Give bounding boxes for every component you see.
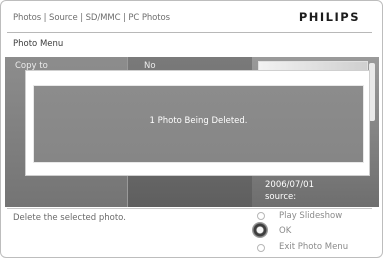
device-frame: Photos | Source | SD/MMC | PC Photos PHI…: [0, 0, 383, 258]
brand-logo: PHILIPS: [298, 10, 360, 24]
photo-source-label: source:: [265, 192, 297, 202]
ok-button-icon[interactable]: [252, 222, 268, 238]
play-slideshow-label: Play Slideshow: [279, 211, 343, 221]
help-text: Delete the selected photo.: [13, 213, 126, 223]
page-title: Photo Menu: [13, 39, 64, 49]
exit-photo-menu-label: Exit Photo Menu: [279, 242, 349, 252]
breadcrumb: Photos | Source | SD/MMC | PC Photos: [13, 13, 170, 23]
photo-frame-screen: Photos | Source | SD/MMC | PC Photos PHI…: [0, 0, 383, 258]
ok-label: OK: [279, 226, 292, 236]
header-divider: [7, 32, 372, 33]
up-button-icon[interactable]: [257, 212, 265, 220]
navigation-control-legend: Play Slideshow OK Exit Photo Menu: [252, 211, 377, 255]
down-button-icon[interactable]: [257, 244, 265, 252]
status-dialog-body: 1 Photo Being Deleted.: [33, 85, 364, 163]
status-dialog: 1 Photo Being Deleted.: [25, 70, 370, 176]
photo-date: 2006/07/01: [265, 180, 314, 190]
status-message: 1 Photo Being Deleted.: [149, 116, 248, 126]
footer-divider: [7, 208, 372, 209]
